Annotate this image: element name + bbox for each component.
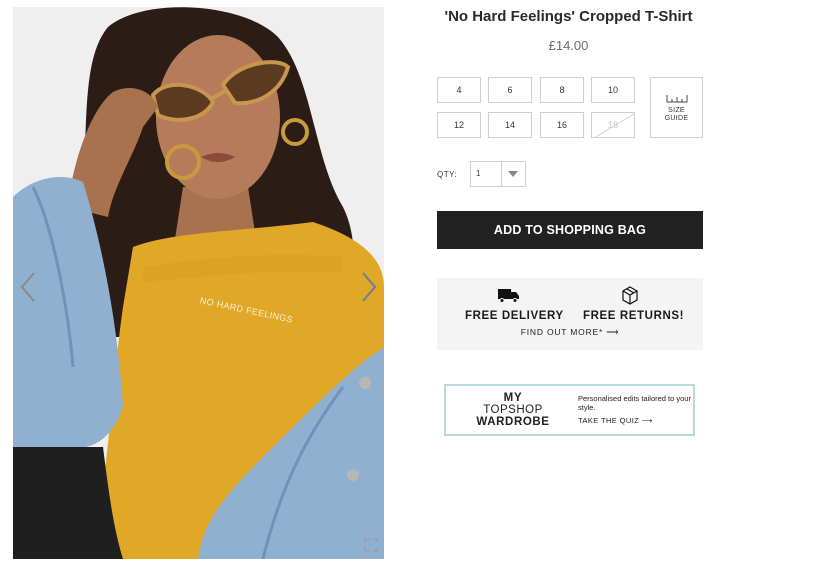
free-returns-label: FREE RETURNS! (583, 310, 685, 322)
product-image-gallery[interactable]: NO HARD FEELINGS (13, 7, 384, 559)
logo-wardrobe: WARDROBE (476, 416, 550, 428)
find-out-more-link[interactable]: FIND OUT MORE* ⟶ (437, 327, 703, 338)
quantity-divider (501, 162, 502, 186)
quantity-value: 1 (476, 169, 481, 178)
truck-icon (498, 289, 519, 303)
size-option-6[interactable]: 6 (488, 77, 532, 103)
logo-my: MY (503, 392, 523, 404)
size-guide-button[interactable]: SIZE GUIDE (650, 77, 703, 138)
product-title: 'No Hard Feelings' Cropped T-Shirt (444, 8, 693, 25)
quantity-label: QTY: (437, 170, 458, 179)
chevron-right-icon (362, 272, 377, 302)
wardrobe-logo: MY TOPSHOP WARDROBE (468, 392, 558, 428)
size-option-12[interactable]: 12 (437, 112, 481, 138)
add-to-bag-button[interactable]: ADD TO SHOPPING BAG (437, 211, 703, 249)
size-option-10[interactable]: 10 (591, 77, 635, 103)
quantity-select[interactable]: 1 (470, 161, 526, 187)
free-delivery-label: FREE DELIVERY (465, 310, 564, 322)
size-option-16[interactable]: 16 (540, 112, 584, 138)
size-guide-line1: SIZE (668, 107, 685, 114)
take-the-quiz-link[interactable]: TAKE THE QUIZ ⟶ (578, 416, 653, 425)
next-image-button[interactable] (358, 269, 380, 305)
delivery-info-panel: FREE DELIVERY FREE RETURNS! FIND OUT MOR… (437, 278, 703, 350)
size-guide-line2: GUIDE (664, 115, 689, 122)
ruler-icon (666, 95, 688, 103)
my-topshop-wardrobe-banner[interactable]: MY TOPSHOP WARDROBE Personalised edits t… (444, 384, 695, 436)
package-icon (622, 286, 638, 305)
size-option-18-unavailable: 18 (591, 112, 635, 138)
logo-topshop: TOPSHOP (483, 404, 543, 416)
product-photo (13, 7, 384, 559)
product-price: £14.00 (548, 38, 589, 53)
size-option-4[interactable]: 4 (437, 77, 481, 103)
size-option-8[interactable]: 8 (540, 77, 584, 103)
size-guide-label: SIZE GUIDE (651, 107, 702, 123)
zoom-icon[interactable] (363, 537, 379, 553)
size-option-14[interactable]: 14 (488, 112, 532, 138)
chevron-left-icon (20, 272, 35, 302)
wardrobe-tagline: Personalised edits tailored to your styl… (578, 394, 691, 412)
previous-image-button[interactable] (17, 269, 39, 305)
chevron-down-icon (508, 171, 518, 177)
